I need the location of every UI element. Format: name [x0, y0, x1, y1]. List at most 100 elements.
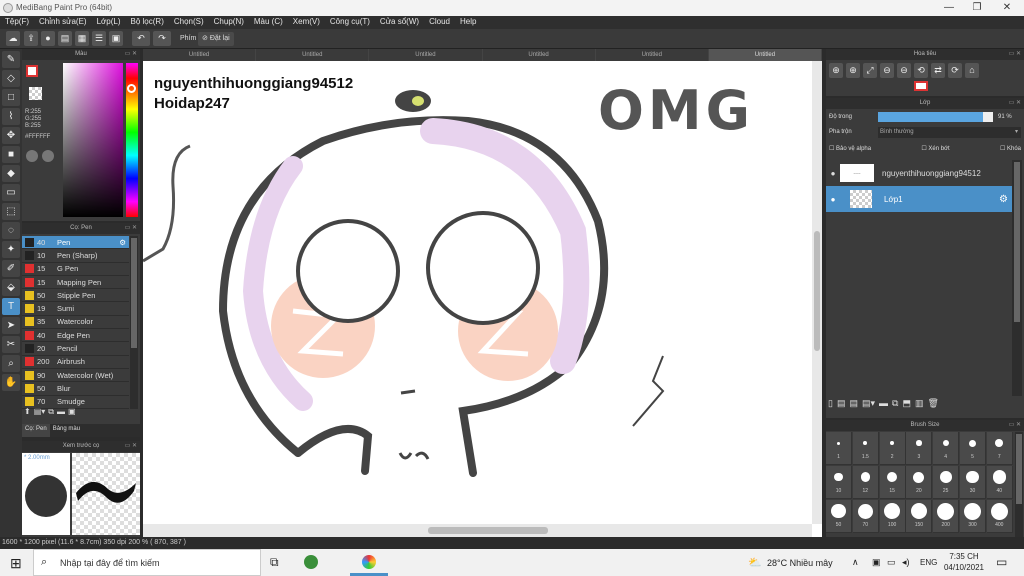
menu-help[interactable]: Help: [455, 16, 481, 27]
select-tool-icon[interactable]: ⬚: [2, 203, 20, 220]
brush-size-option[interactable]: 40: [986, 466, 1013, 499]
fill-rect-tool-icon[interactable]: ■: [2, 146, 20, 163]
brush-size-option[interactable]: 3: [906, 432, 933, 465]
menu-filter[interactable]: Bộ lọc(R): [126, 16, 169, 27]
brush-item[interactable]: 15 Mapping Pen: [22, 276, 129, 290]
tab-untitled-4[interactable]: Untitled: [482, 49, 596, 61]
saturation-value-picker[interactable]: [63, 63, 123, 217]
fit-window-icon[interactable]: ⤢: [863, 63, 877, 78]
zoom-fit-icon[interactable]: ⊕: [829, 63, 843, 78]
export-icon[interactable]: ⇪: [24, 31, 38, 46]
gear-icon[interactable]: ⚙: [999, 194, 1012, 205]
menu-color[interactable]: Màu (C): [249, 16, 288, 27]
gradient-tool-icon[interactable]: ▭: [2, 184, 20, 201]
menu-file[interactable]: Tệp(F): [0, 16, 34, 27]
rotate-right-icon[interactable]: ⟳: [948, 63, 962, 78]
menu-select[interactable]: Chọn(S): [169, 16, 209, 27]
minimize-button[interactable]: —: [934, 0, 964, 16]
bucket-tool-icon[interactable]: ◆: [2, 165, 20, 182]
shape-tool-icon[interactable]: □: [2, 89, 20, 106]
reset-button[interactable]: ⊘ Đặt lại: [198, 32, 234, 46]
gear-icon[interactable]: ⚙: [119, 238, 129, 247]
windows-start-icon[interactable]: ⊞: [10, 555, 22, 572]
lock-checkbox[interactable]: ☐ Khóa: [1000, 145, 1021, 152]
app-icon-green[interactable]: [304, 555, 318, 569]
brush-item[interactable]: 200 Airbrush: [22, 356, 129, 369]
close-button[interactable]: ✕: [992, 0, 1022, 16]
hand-tool-icon[interactable]: ✋: [2, 374, 20, 391]
vertical-scrollbar[interactable]: [812, 61, 822, 524]
new-layer-icon[interactable]: ▯: [828, 398, 833, 412]
language-indicator[interactable]: ENG: [920, 558, 937, 567]
color-wheel-icon[interactable]: [42, 150, 54, 162]
add-brush-icon[interactable]: ⬆: [24, 407, 31, 421]
brush-size-option[interactable]: 25: [933, 466, 960, 499]
brush-size-option[interactable]: 300: [960, 500, 986, 533]
tab-palette[interactable]: Bảng màu: [50, 424, 83, 437]
dot-tool-icon[interactable]: ⌇: [2, 108, 20, 125]
actual-size-icon[interactable]: ⊖: [897, 63, 911, 78]
duplicate-icon[interactable]: ▣: [68, 407, 76, 421]
brush-size-option[interactable]: 1: [826, 432, 852, 465]
navigator-options-icon[interactable]: ▭ ✕: [1009, 49, 1021, 60]
brush-panel-options-icon[interactable]: ▭ ✕: [125, 223, 137, 234]
vertical-scroll-thumb[interactable]: [814, 231, 820, 351]
menu-cloud[interactable]: Cloud: [424, 16, 455, 27]
brush-size-option[interactable]: 70: [852, 500, 879, 533]
menu-layer[interactable]: Lớp(L): [92, 16, 126, 27]
medibang-taskbar-icon[interactable]: [362, 555, 376, 569]
brush-size-option[interactable]: 30: [960, 466, 986, 499]
visibility-eye-icon[interactable]: ●: [826, 195, 840, 204]
brush-size-option[interactable]: 4: [933, 432, 960, 465]
brush-item[interactable]: 50 Blur: [22, 382, 129, 396]
brush-size-option[interactable]: 2: [879, 432, 906, 465]
protect-alpha-checkbox[interactable]: ☐ Bảo vệ alpha: [829, 145, 871, 152]
tab-untitled-5[interactable]: Untitled: [595, 49, 709, 61]
tab-untitled-3[interactable]: Untitled: [369, 49, 483, 61]
frame-icon[interactable]: ▦: [75, 31, 89, 46]
preview-panel-options-icon[interactable]: ▭ ✕: [125, 441, 137, 452]
eyedropper-icon[interactable]: ⌕: [2, 355, 20, 372]
brush-item[interactable]: 20 Pencil: [22, 342, 129, 356]
clipping-checkbox[interactable]: ☐ Xén bớt: [921, 145, 949, 152]
layer-row-text[interactable]: ● ~~~~ nguyenthihuonggiang94512: [826, 160, 1012, 186]
taskbar-search-box[interactable]: ⌕ Nhập tại đây để tìm kiếm: [33, 549, 261, 576]
list-icon[interactable]: ☰: [92, 31, 106, 46]
comment-icon[interactable]: ●: [41, 31, 55, 46]
tab-untitled-1[interactable]: Untitled: [143, 49, 257, 61]
brush-size-option[interactable]: 150: [906, 500, 933, 533]
battery-icon[interactable]: ▭: [887, 557, 896, 568]
tab-brush[interactable]: Cọ: Pen: [22, 424, 50, 437]
brush-size-option[interactable]: 50: [826, 500, 852, 533]
merge-down-icon[interactable]: ⬒: [902, 398, 911, 412]
layer-row-selected[interactable]: ● Lớp1 ⚙: [826, 186, 1012, 212]
new-8bit-layer-icon[interactable]: ▤: [849, 398, 858, 412]
cloud-icon[interactable]: ☁: [6, 31, 20, 46]
brush-item[interactable]: 19 Sumi: [22, 302, 129, 316]
brush-size-option[interactable]: 100: [879, 500, 906, 533]
text-tool-icon[interactable]: T: [2, 298, 20, 315]
duplicate-layer-icon[interactable]: ⧉: [892, 398, 898, 412]
tray-chevron-icon[interactable]: ∧: [852, 557, 859, 568]
brush-item[interactable]: 40 Pen ⚙: [22, 236, 129, 250]
copy-brush-icon[interactable]: ⧉: [48, 407, 54, 421]
blend-select[interactable]: Bình thường ▾: [878, 127, 1021, 138]
brush-size-option[interactable]: 10: [826, 466, 852, 499]
add-layer-menu-icon[interactable]: ▤▾: [862, 398, 875, 412]
brush-size-option[interactable]: 7: [986, 432, 1013, 465]
navigator-thumbnail[interactable]: [914, 81, 928, 91]
menu-edit[interactable]: Chỉnh sửa(E): [34, 16, 92, 27]
brush-item[interactable]: 35 Watercolor: [22, 316, 129, 330]
move-tool-icon[interactable]: ✥: [2, 127, 20, 144]
panel-options-icon[interactable]: ▭ ✕: [125, 49, 137, 60]
menu-snap[interactable]: Chụp(N): [209, 16, 249, 27]
brush-list-scrollbar[interactable]: [130, 236, 138, 409]
lasso-tool-icon[interactable]: ◌: [2, 222, 20, 239]
menu-view[interactable]: Xem(V): [288, 16, 325, 27]
brush-size-scrollbar[interactable]: [1015, 432, 1023, 537]
redo-icon[interactable]: ↷: [153, 31, 171, 46]
divide-tool-icon[interactable]: ✂: [2, 336, 20, 353]
visibility-eye-icon[interactable]: ●: [826, 169, 840, 178]
magic-wand-icon[interactable]: ✦: [2, 241, 20, 258]
hue-cursor[interactable]: [127, 84, 136, 93]
